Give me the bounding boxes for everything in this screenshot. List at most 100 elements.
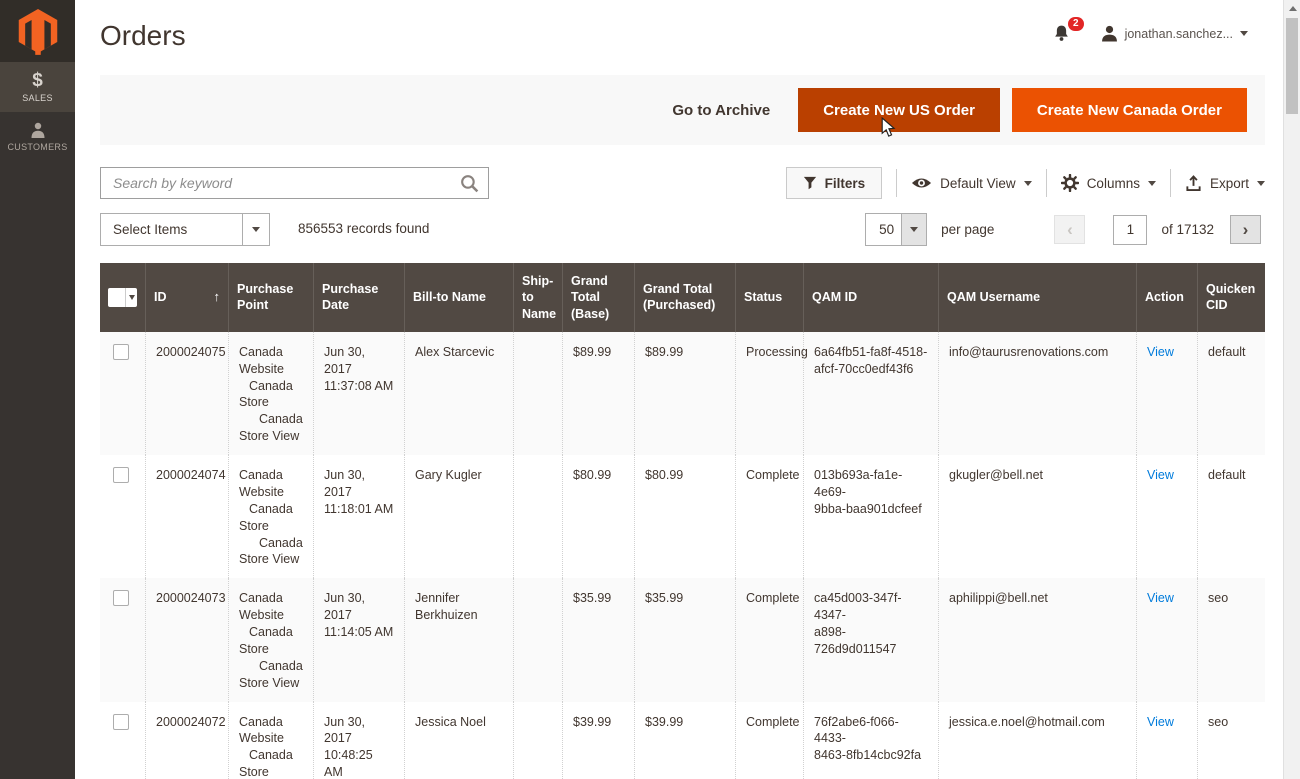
scrollbar-thumb[interactable]	[1286, 18, 1298, 114]
dollar-icon: $	[32, 71, 43, 90]
search-box	[100, 167, 489, 199]
sidebar-item-sales[interactable]: $ SALES	[0, 62, 75, 112]
column-header-grand-total-base[interactable]: Grand Total (Base)	[562, 263, 634, 332]
cell-action: View	[1136, 702, 1197, 779]
view-link[interactable]: View	[1147, 715, 1174, 729]
row-select-cell	[100, 578, 145, 701]
prev-page-button[interactable]: ‹	[1054, 215, 1085, 244]
chevron-down-icon	[126, 295, 137, 300]
table-row: 2000024074 Canada Website Canada Store C…	[100, 455, 1265, 578]
column-header-qam-id[interactable]: QAM ID	[803, 263, 938, 332]
cell-purchase-date: Jun 30, 201711:37:08 AM	[313, 332, 404, 455]
table-row: 2000024075 Canada Website Canada Store C…	[100, 332, 1265, 455]
sidebar-nav: $ SALES CUSTOMERS	[0, 62, 75, 162]
cell-action: View	[1136, 455, 1197, 578]
row-checkbox[interactable]	[113, 714, 129, 730]
export-button[interactable]: Export	[1185, 175, 1265, 192]
grid-controls: Select Items 856553 records found 50 per…	[100, 213, 1265, 247]
cell-action: View	[1136, 332, 1197, 455]
sort-asc-icon: ↑	[214, 289, 221, 306]
cell-grand-total-base: $39.99	[562, 702, 634, 779]
create-canada-order-button[interactable]: Create New Canada Order	[1012, 88, 1247, 132]
grid-header-row: ID ↑ Purchase Point Purchase Date Bill-t…	[100, 263, 1265, 332]
cell-status: Complete	[735, 455, 803, 578]
column-header-ship-to[interactable]: Ship-to Name	[513, 263, 562, 332]
column-header-status[interactable]: Status	[735, 263, 803, 332]
cell-bill-to: Jennifer Berkhuizen	[404, 578, 513, 701]
table-row: 2000024072 Canada Website Canada Store C…	[100, 702, 1265, 779]
cell-qam-username: gkugler@bell.net	[938, 455, 1136, 578]
cell-status: Processing	[735, 332, 803, 455]
column-header-purchase-point[interactable]: Purchase Point	[228, 263, 313, 332]
cell-purchase-point: Canada Website Canada Store Canada Store…	[228, 455, 313, 578]
cell-quicken-cid: seo	[1197, 578, 1265, 701]
column-header-action[interactable]: Action	[1136, 263, 1197, 332]
select-all-header	[100, 263, 145, 332]
cell-id: 2000024072	[145, 702, 228, 779]
cell-purchase-date: Jun 30, 201711:18:01 AM	[313, 455, 404, 578]
filters-button[interactable]: Filters	[786, 167, 883, 199]
chevron-down-icon	[1148, 181, 1156, 186]
cell-status: Complete	[735, 578, 803, 701]
cell-ship-to	[513, 332, 562, 455]
divider	[896, 169, 897, 197]
chevron-down-icon	[1024, 181, 1032, 186]
row-checkbox[interactable]	[113, 344, 129, 360]
pagination: 50 per page ‹ of 17132 ›	[865, 213, 1261, 246]
cell-qam-username: info@taurusrenovations.com	[938, 332, 1136, 455]
filter-icon	[803, 176, 817, 190]
next-page-button[interactable]: ›	[1230, 215, 1261, 244]
cell-bill-to: Gary Kugler	[404, 455, 513, 578]
mass-action-select[interactable]: Select Items	[100, 213, 270, 246]
page-input[interactable]	[1113, 215, 1147, 245]
cell-purchase-point: Canada Website Canada Store Canada Store…	[228, 332, 313, 455]
per-page-select[interactable]: 50	[865, 213, 927, 246]
cell-grand-total-base: $89.99	[562, 332, 634, 455]
column-header-bill-to[interactable]: Bill-to Name	[404, 263, 513, 332]
cell-status: Complete	[735, 702, 803, 779]
user-icon	[1101, 25, 1118, 42]
cell-bill-to: Jessica Noel	[404, 702, 513, 779]
go-to-archive-link[interactable]: Go to Archive	[672, 102, 770, 119]
column-header-qam-username[interactable]: QAM Username	[938, 263, 1136, 332]
cell-qam-id: 013b693a-fa1e-4e69- 9bba-baa901dcfeef	[803, 455, 938, 578]
cell-id: 2000024073	[145, 578, 228, 701]
total-pages: of 17132	[1161, 222, 1214, 237]
cell-purchase-date: Jun 30, 201710:48:25 AM	[313, 702, 404, 779]
records-count: 856553 records found	[298, 221, 429, 236]
cell-quicken-cid: default	[1197, 455, 1265, 578]
per-page-label: per page	[941, 222, 994, 237]
scroll-up-arrow-icon[interactable]	[1289, 6, 1297, 11]
account-menu[interactable]: jonathan.sanchez...	[1101, 25, 1248, 42]
chevron-down-icon	[242, 214, 269, 245]
columns-selector[interactable]: Columns	[1061, 174, 1156, 192]
admin-sidebar: $ SALES CUSTOMERS	[0, 0, 75, 779]
row-checkbox[interactable]	[113, 590, 129, 606]
customer-icon	[30, 122, 46, 139]
view-link[interactable]: View	[1147, 591, 1174, 605]
cell-ship-to	[513, 578, 562, 701]
search-input[interactable]	[101, 168, 488, 198]
magento-logo[interactable]	[0, 0, 75, 62]
column-header-id[interactable]: ID ↑	[145, 263, 228, 332]
view-link[interactable]: View	[1147, 468, 1174, 482]
row-checkbox[interactable]	[113, 467, 129, 483]
column-header-grand-total-purchased[interactable]: Grand Total (Purchased)	[634, 263, 735, 332]
row-select-cell	[100, 702, 145, 779]
sidebar-item-customers[interactable]: CUSTOMERS	[0, 112, 75, 162]
cell-grand-total-base: $35.99	[562, 578, 634, 701]
column-header-quicken-cid[interactable]: Quicken CID	[1197, 263, 1265, 332]
orders-grid: ID ↑ Purchase Point Purchase Date Bill-t…	[100, 263, 1265, 779]
create-us-order-button[interactable]: Create New US Order	[798, 88, 1000, 132]
search-icon[interactable]	[459, 173, 480, 194]
select-all-checkbox[interactable]	[108, 288, 137, 307]
view-selector[interactable]: Default View	[911, 176, 1032, 191]
cell-qam-username: aphilippi@bell.net	[938, 578, 1136, 701]
view-link[interactable]: View	[1147, 345, 1174, 359]
page-title: Orders	[100, 20, 186, 52]
column-header-purchase-date[interactable]: Purchase Date	[313, 263, 404, 332]
notifications-button[interactable]: 2	[1052, 24, 1071, 43]
cell-grand-total-purchased: $80.99	[634, 455, 735, 578]
notification-badge: 2	[1068, 17, 1084, 31]
vertical-scrollbar[interactable]	[1283, 0, 1300, 779]
